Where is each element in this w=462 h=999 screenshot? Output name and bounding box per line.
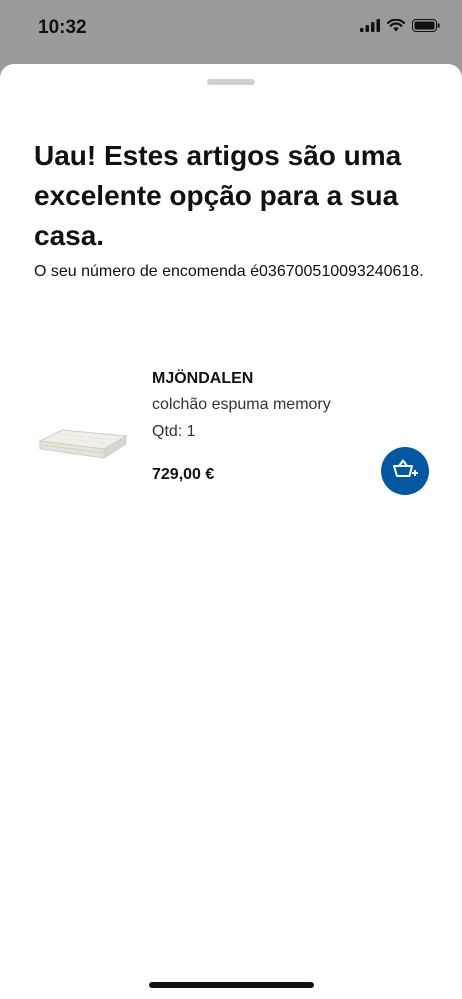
wifi-icon <box>386 18 406 37</box>
bottom-sheet: Uau! Estes artigos são uma excelente opç… <box>0 64 462 999</box>
product-quantity: Qtd: 1 <box>152 423 196 440</box>
signal-icon <box>360 19 380 37</box>
product-price: 729,00 € <box>152 466 215 483</box>
status-icons <box>360 18 440 37</box>
battery-icon <box>412 19 440 37</box>
home-indicator[interactable] <box>149 982 314 988</box>
sheet-grabber[interactable] <box>207 79 255 85</box>
product-description: colchão espuma memory <box>152 396 331 413</box>
status-time: 10:32 <box>38 17 87 38</box>
add-to-basket-icon <box>391 457 419 486</box>
order-number-text: O seu número de encomenda é0367005100932… <box>34 263 424 280</box>
sheet-title: Uau! Estes artigos são uma excelente opç… <box>34 140 402 251</box>
status-bar: 10:32 <box>0 0 462 62</box>
add-to-cart-button[interactable] <box>381 447 429 495</box>
product-name: MJÖNDALEN <box>152 370 254 387</box>
product-image[interactable] <box>36 414 128 464</box>
